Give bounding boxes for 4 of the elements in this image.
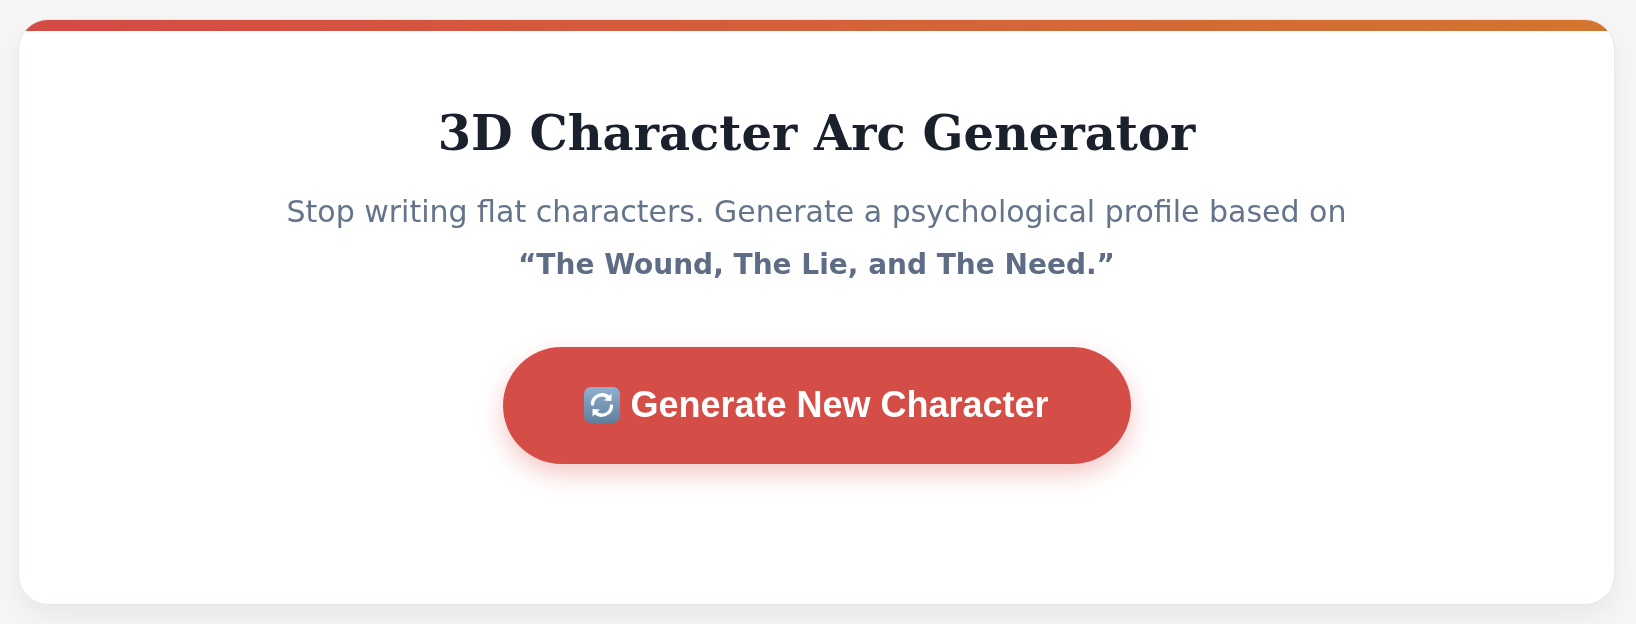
generate-button[interactable]: Generate New Character	[502, 346, 1131, 464]
subtitle-text: Stop writing flat characters. Generate a psychological profile based on “The Wound, The Lie, and The Need.”	[286, 192, 1347, 283]
page-title: 3D Character Arc Generator	[437, 105, 1196, 163]
refresh-icon	[584, 387, 621, 424]
